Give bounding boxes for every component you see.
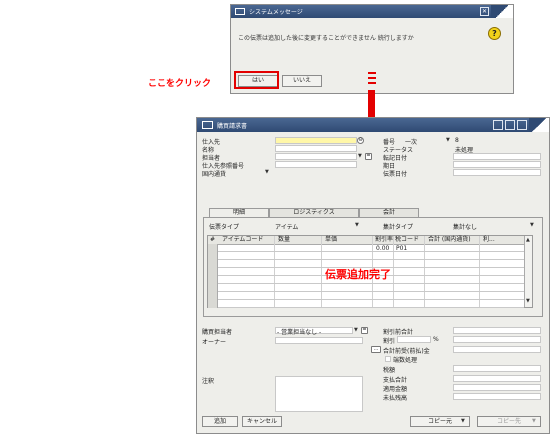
down-payment-field bbox=[453, 346, 541, 353]
balance-due-label: 未払残高 bbox=[383, 395, 408, 402]
currency-label[interactable]: 国内通貨 bbox=[202, 169, 226, 178]
discount-label: 割引 bbox=[383, 338, 396, 345]
grid-col-header: # bbox=[210, 236, 216, 243]
grid-col-header: 合計 (国内通貨) bbox=[428, 236, 471, 243]
yes-button-highlight bbox=[234, 71, 279, 89]
rounding-label: 端数処理 bbox=[393, 357, 418, 364]
title-bar-corner bbox=[529, 118, 549, 132]
click-here-annotation: ここをクリック bbox=[148, 79, 212, 89]
table-row[interactable] bbox=[208, 300, 524, 308]
applied-amount-label: 適用金額 bbox=[383, 386, 408, 393]
down-payment-label: 合計前受(前払)金 bbox=[383, 348, 430, 355]
buyer-lookup-icon[interactable]: = bbox=[361, 327, 368, 334]
table-row[interactable] bbox=[208, 284, 524, 292]
balance-due-field bbox=[453, 393, 541, 400]
dialog-title: システムメッセージ bbox=[249, 9, 303, 16]
arrow-dash bbox=[368, 72, 376, 74]
vendor-lookup-icon[interactable]: ⊖ bbox=[357, 137, 364, 144]
applied-amount-field bbox=[453, 384, 541, 391]
discount-percent-unit: % bbox=[433, 336, 439, 343]
grid-col-header: 利... bbox=[483, 236, 495, 243]
owner-field[interactable] bbox=[275, 337, 363, 344]
no-button[interactable]: いいえ bbox=[282, 75, 322, 87]
buyer-dropdown-icon[interactable]: ▼ bbox=[354, 327, 358, 333]
grid-col-header: 割引率 bbox=[375, 236, 394, 243]
grid-col-header: アイテムコード bbox=[222, 236, 264, 243]
summary-type-dropdown-icon[interactable]: ▼ bbox=[530, 222, 534, 228]
owner-label: オーナー bbox=[202, 339, 227, 346]
series-dropdown-icon[interactable]: ▼ bbox=[446, 137, 450, 143]
window-icon bbox=[235, 8, 245, 15]
tax-label: 税額 bbox=[383, 367, 396, 374]
grid-col-header: 単価 bbox=[325, 236, 338, 243]
document-date-label: 伝票日付 bbox=[383, 171, 408, 178]
total-payment-label: 支払合計 bbox=[383, 377, 408, 384]
cancel-button[interactable]: キャンセル bbox=[242, 416, 282, 427]
maximize-icon[interactable] bbox=[505, 120, 515, 130]
total-payment-field bbox=[453, 375, 541, 382]
question-icon: ? bbox=[488, 27, 501, 40]
arrow-dash bbox=[368, 77, 376, 79]
vendor-ref-field[interactable] bbox=[275, 161, 357, 168]
total-before-discount-field bbox=[453, 327, 541, 334]
item-type-dropdown-icon[interactable]: ▼ bbox=[355, 222, 359, 228]
total-before-discount-label: 割引前合計 bbox=[383, 329, 414, 336]
grid-col-header: 数量 bbox=[278, 236, 291, 243]
remarks-label: 注釈 bbox=[202, 378, 215, 385]
contact-dropdown-icon[interactable]: ▼ bbox=[358, 153, 362, 159]
name-field[interactable] bbox=[275, 145, 357, 152]
close-icon[interactable]: ✕ bbox=[480, 7, 489, 16]
vendor-field[interactable] bbox=[275, 137, 357, 144]
discount-cell: 0.00 bbox=[376, 245, 390, 252]
window-title-bar: 購買請求書 bbox=[197, 118, 549, 132]
discount-amount-field[interactable] bbox=[453, 336, 541, 343]
copy-to-dropdown-icon[interactable]: ▼ bbox=[532, 418, 536, 424]
grid-scrollbar[interactable]: ▲ ▼ bbox=[524, 236, 532, 307]
minimize-icon[interactable] bbox=[493, 120, 503, 130]
table-row[interactable] bbox=[208, 292, 524, 300]
dialog-message: この伝票は追加した後に変更することができません 続行しますか bbox=[238, 35, 414, 42]
summary-type-label: 集計タイプ bbox=[383, 224, 414, 231]
scroll-down-icon[interactable]: ▼ bbox=[526, 298, 530, 304]
table-row[interactable]: 0.00 P01 bbox=[208, 244, 524, 252]
scroll-up-icon[interactable]: ▲ bbox=[526, 237, 530, 243]
purchase-invoice-window: 購買請求書 仕入先 名称 担当者 仕入先参照番号 国内通貨 ▼ ⊖ ▼ = 番号… bbox=[196, 117, 550, 434]
currency-dropdown-icon[interactable]: ▼ bbox=[265, 169, 269, 175]
close-icon[interactable] bbox=[517, 120, 527, 130]
buyer-value: - 営業担当なし - bbox=[277, 329, 322, 336]
contact-lookup-icon[interactable]: = bbox=[365, 153, 372, 160]
title-bar-corner bbox=[491, 5, 513, 18]
window-title: 購買請求書 bbox=[217, 123, 248, 130]
buyer-label: 購買担当者 bbox=[202, 329, 233, 336]
table-row[interactable] bbox=[208, 252, 524, 260]
due-date-field[interactable] bbox=[453, 161, 541, 168]
tax-field bbox=[453, 365, 541, 372]
window-icon bbox=[202, 121, 213, 129]
dialog-title-bar: システムメッセージ ✕ bbox=[231, 5, 513, 18]
grid-col-header: 税コード bbox=[395, 236, 420, 243]
item-type-label: 伝票タイプ bbox=[209, 224, 240, 231]
contact-field[interactable] bbox=[275, 153, 357, 160]
rounding-checkbox[interactable] bbox=[385, 356, 391, 362]
add-button[interactable]: 追加 bbox=[202, 416, 238, 427]
summary-type-select[interactable]: 集計なし bbox=[453, 222, 477, 231]
remarks-field[interactable] bbox=[275, 376, 363, 412]
tab-logistics[interactable]: ロジスティクス bbox=[269, 208, 359, 217]
document-number: 8 bbox=[455, 137, 459, 144]
discount-percent-field[interactable] bbox=[397, 336, 431, 343]
posting-date-field[interactable] bbox=[453, 153, 541, 160]
invoice-added-annotation: 伝票追加完了 bbox=[325, 268, 391, 281]
copy-from-dropdown-icon[interactable]: ▼ bbox=[461, 418, 465, 424]
tab-accounting[interactable]: 会計 bbox=[359, 208, 419, 217]
arrow-dash bbox=[368, 82, 376, 84]
tax-code-cell: P01 bbox=[396, 245, 408, 252]
document-date-field[interactable] bbox=[453, 169, 541, 176]
down-payment-button[interactable]: … bbox=[371, 346, 381, 353]
tab-contents[interactable]: 明細 bbox=[209, 208, 269, 217]
item-type-select[interactable]: アイテム bbox=[275, 222, 298, 231]
